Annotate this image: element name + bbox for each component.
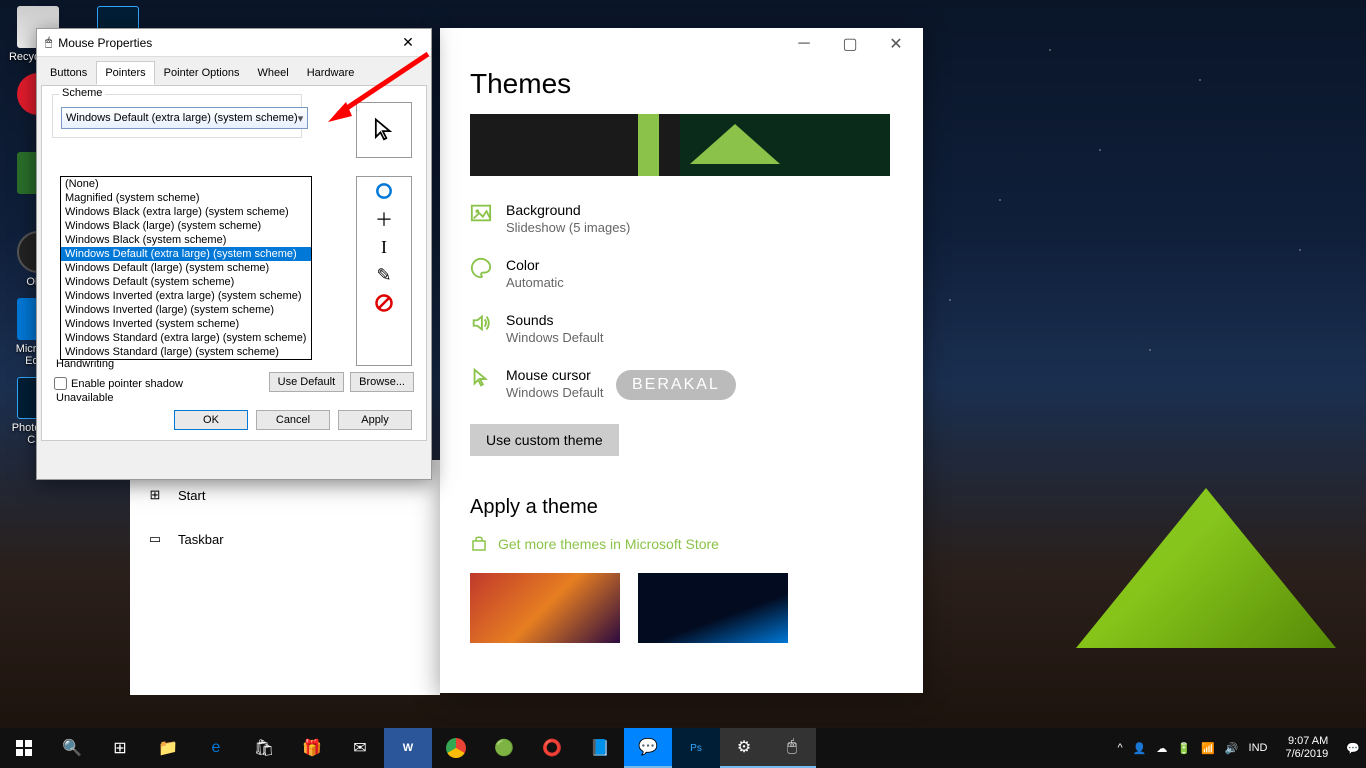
settings-titlebar: ─ ▢ ✕ <box>440 28 923 60</box>
tab-hardware[interactable]: Hardware <box>298 61 364 85</box>
scheme-option[interactable]: Windows Black (large) (system scheme) <box>61 219 311 233</box>
scheme-option[interactable]: Windows Black (system scheme) <box>61 233 311 247</box>
background-setting[interactable]: Background Slideshow (5 images) <box>470 202 893 235</box>
tray-people-icon[interactable]: 👤 <box>1133 742 1147 755</box>
apply-theme-heading: Apply a theme <box>470 496 893 519</box>
gift-taskbar-button[interactable]: 🎁 <box>288 728 336 768</box>
scheme-dropdown-list[interactable]: (None)Magnified (system scheme)Windows B… <box>60 176 312 360</box>
browse-button[interactable]: Browse... <box>350 372 414 392</box>
dialog-close-button[interactable]: ✕ <box>393 34 423 51</box>
tray-wifi-icon[interactable]: 📶 <box>1201 742 1215 755</box>
ok-button[interactable]: OK <box>174 410 248 430</box>
mail-taskbar-button[interactable]: ✉ <box>336 728 384 768</box>
ms-store-link[interactable]: Get more themes in Microsoft Store <box>470 535 893 553</box>
photoshop-taskbar-button[interactable]: Ps <box>672 728 720 768</box>
scheme-group-label: Scheme <box>59 87 105 99</box>
taskbar-clock[interactable]: 9:07 AM 7/6/2019 <box>1277 735 1336 761</box>
tab-wheel[interactable]: Wheel <box>249 61 298 85</box>
tab-pointers[interactable]: Pointers <box>96 61 154 85</box>
store-icon <box>470 535 488 553</box>
use-custom-theme-button[interactable]: Use custom theme <box>470 424 619 456</box>
sidebar-item-taskbar[interactable]: ▭Taskbar <box>130 520 440 558</box>
picture-icon <box>470 202 492 224</box>
customize-item-label: Unavailable <box>56 392 113 404</box>
minimize-button[interactable]: ─ <box>781 29 827 59</box>
notifications-button[interactable]: 💬 <box>1346 742 1360 755</box>
messenger-taskbar-button[interactable]: 💬 <box>624 728 672 768</box>
sidebar-item-start[interactable]: ⊞Start <box>130 476 440 514</box>
speaker-icon <box>470 312 492 334</box>
pointer-shadow-checkbox[interactable]: Enable pointer shadow <box>54 377 183 390</box>
scheme-option[interactable]: Windows Inverted (large) (system scheme) <box>61 303 311 317</box>
scheme-option[interactable]: Windows Standard (large) (system scheme) <box>61 345 311 359</box>
cancel-button[interactable]: Cancel <box>256 410 330 430</box>
scheme-option[interactable]: Windows Default (system scheme) <box>61 275 311 289</box>
scheme-dropdown[interactable]: Windows Default (extra large) (system sc… <box>61 107 308 129</box>
file-explorer-button[interactable]: 📁 <box>144 728 192 768</box>
scheme-option[interactable]: Windows Inverted (extra large) (system s… <box>61 289 311 303</box>
customize-pointer-list[interactable]: ＋ I ✎ <box>356 176 412 366</box>
scheme-option[interactable]: Windows Standard (extra large) (system s… <box>61 331 311 345</box>
theme-thumbnail[interactable] <box>470 573 620 643</box>
settings-taskbar-button[interactable]: ⚙ <box>720 728 768 768</box>
dialog-titlebar: 🖱 Mouse Properties ✕ <box>37 29 431 57</box>
tray-battery-icon[interactable]: 🔋 <box>1177 742 1191 755</box>
page-title: Themes <box>470 68 893 100</box>
word-taskbar-button[interactable]: W <box>384 728 432 768</box>
tray-volume-icon[interactable]: 🔊 <box>1225 742 1239 755</box>
scheme-option[interactable]: Windows Inverted (system scheme) <box>61 317 311 331</box>
obs-taskbar-button[interactable]: ⭕ <box>528 728 576 768</box>
taskbar: 🔍 ⊞ 📁 e 🛍 🎁 ✉ W 🟢 ⭕ 📘 💬 Ps ⚙ 🖱 ^ 👤 ☁ 🔋 📶… <box>0 728 1366 768</box>
store-taskbar-button[interactable]: 🛍 <box>240 728 288 768</box>
cursor-preview <box>356 102 412 158</box>
theme-preview[interactable] <box>470 114 890 176</box>
watermark: BERAKAL <box>616 370 736 400</box>
tray-chevron-icon[interactable]: ^ <box>1118 742 1123 754</box>
settings-content: Themes Background Slideshow (5 images) C… <box>440 60 923 663</box>
mouse-taskbar-button[interactable]: 🖱 <box>768 728 816 768</box>
tray-language[interactable]: IND <box>1249 742 1268 754</box>
mouse-icon: 🖱 <box>45 35 52 50</box>
settings-sidebar: ⊞Start ▭Taskbar <box>130 460 440 695</box>
mouse-properties-dialog: 🖱 Mouse Properties ✕ ButtonsPointersPoin… <box>36 28 432 480</box>
tab-buttons[interactable]: Buttons <box>41 61 96 85</box>
close-button[interactable]: ✕ <box>873 29 919 59</box>
apply-button[interactable]: Apply <box>338 410 412 430</box>
maximize-button[interactable]: ▢ <box>827 29 873 59</box>
scheme-option[interactable]: Magnified (system scheme) <box>61 191 311 205</box>
tray-cloud-icon[interactable]: ☁ <box>1156 742 1167 755</box>
start-button[interactable] <box>0 728 48 768</box>
color-setting[interactable]: Color Automatic <box>470 257 893 290</box>
tab-pointer-options[interactable]: Pointer Options <box>155 61 249 85</box>
task-view-button[interactable]: ⊞ <box>96 728 144 768</box>
settings-window: ─ ▢ ✕ Themes Background Slideshow (5 ima… <box>440 28 923 693</box>
scheme-option[interactable]: (None) <box>61 177 311 191</box>
chevron-down-icon: ▾ <box>298 112 304 125</box>
dialog-title: Mouse Properties <box>58 36 152 50</box>
chrome-taskbar-button[interactable] <box>432 728 480 768</box>
palette-icon <box>470 257 492 279</box>
sounds-setting[interactable]: Sounds Windows Default <box>470 312 893 345</box>
edge-taskbar-button[interactable]: e <box>192 728 240 768</box>
app-taskbar-button[interactable]: 🟢 <box>480 728 528 768</box>
notes-taskbar-button[interactable]: 📘 <box>576 728 624 768</box>
cursor-icon <box>470 367 492 389</box>
scheme-option[interactable]: Windows Black (extra large) (system sche… <box>61 205 311 219</box>
scheme-option[interactable]: Windows Default (large) (system scheme) <box>61 261 311 275</box>
search-button[interactable]: 🔍 <box>48 728 96 768</box>
scheme-option[interactable]: Windows Default (extra large) (system sc… <box>61 247 311 261</box>
theme-thumbnail[interactable] <box>638 573 788 643</box>
use-default-button[interactable]: Use Default <box>269 372 344 392</box>
